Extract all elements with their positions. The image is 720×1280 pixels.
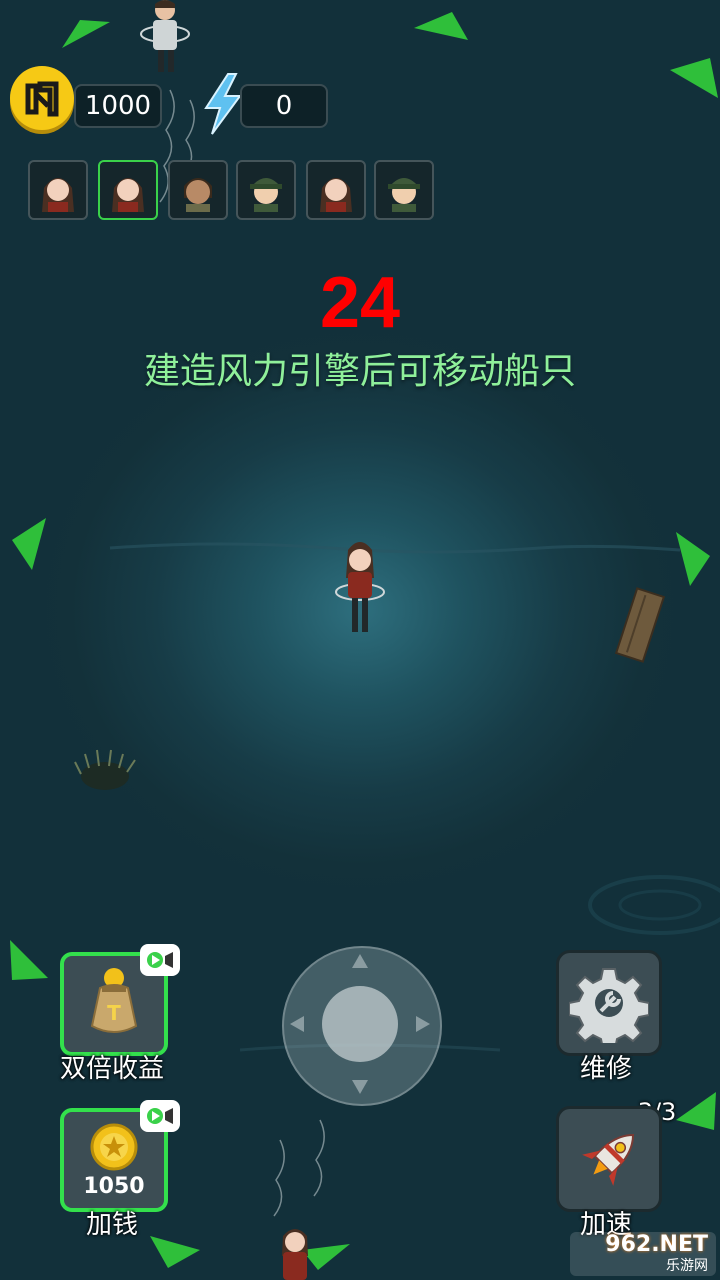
money-bag-icon: T xyxy=(90,968,138,1033)
site-watermark: 962.NET 乐游网 xyxy=(570,1232,716,1276)
coin-icon xyxy=(10,66,74,130)
watermark-brand: 962.NET xyxy=(605,1232,708,1257)
watermark-subtitle: 乐游网 xyxy=(666,1258,708,1274)
arrow-bottom-left xyxy=(10,940,48,980)
add-money-amount: 1050 xyxy=(83,1173,145,1199)
joystick-down-icon xyxy=(352,1080,368,1094)
joystick-right-icon xyxy=(416,1016,430,1032)
joystick-up-icon xyxy=(352,954,368,968)
energy-counter: 0 xyxy=(240,84,328,128)
add-money-label: 加钱 xyxy=(85,1210,138,1240)
survivor-avatar-1[interactable] xyxy=(28,160,88,220)
arrow-mid-right xyxy=(676,532,710,586)
double-income-label: 双倍收益 xyxy=(59,1054,164,1084)
player-character xyxy=(335,542,385,632)
arrow-mid-left xyxy=(12,518,46,570)
joystick-arrows xyxy=(290,954,430,1094)
survivor-avatar-4[interactable] xyxy=(236,160,296,220)
coin-counter: 1000 xyxy=(74,84,162,128)
survivor-avatar-6[interactable] xyxy=(374,160,434,220)
arrow-top-left xyxy=(62,20,110,48)
video-ad-icon xyxy=(140,944,180,976)
survivor-swimming-bottom xyxy=(282,1229,308,1280)
svg-text:T: T xyxy=(107,1001,121,1025)
joystick-left-icon xyxy=(290,1016,304,1032)
hint-text: 建造风力引擎后可移动船只 xyxy=(143,351,576,392)
video-ad-icon-2 xyxy=(140,1100,180,1132)
speed-up-button[interactable] xyxy=(556,1106,662,1212)
survivor-avatar-2[interactable] xyxy=(98,160,158,220)
survivor-avatar-5[interactable] xyxy=(306,160,366,220)
rocket-icon xyxy=(582,1133,635,1186)
countdown-timer: 24 xyxy=(319,263,401,343)
lightning-icon xyxy=(198,72,246,136)
survivor-avatar-3[interactable] xyxy=(168,160,228,220)
repair-button[interactable] xyxy=(556,950,662,1056)
arrow-top-right xyxy=(670,58,718,98)
coin-star-icon xyxy=(90,1123,138,1170)
coin-amount: 1000 xyxy=(84,91,152,121)
energy-amount: 0 xyxy=(275,91,293,121)
survivor-swimming-top xyxy=(140,0,190,72)
repair-label: 维修 xyxy=(579,1054,632,1084)
gear-wrench-icon xyxy=(569,968,649,1043)
arrow-top-center xyxy=(414,12,468,40)
